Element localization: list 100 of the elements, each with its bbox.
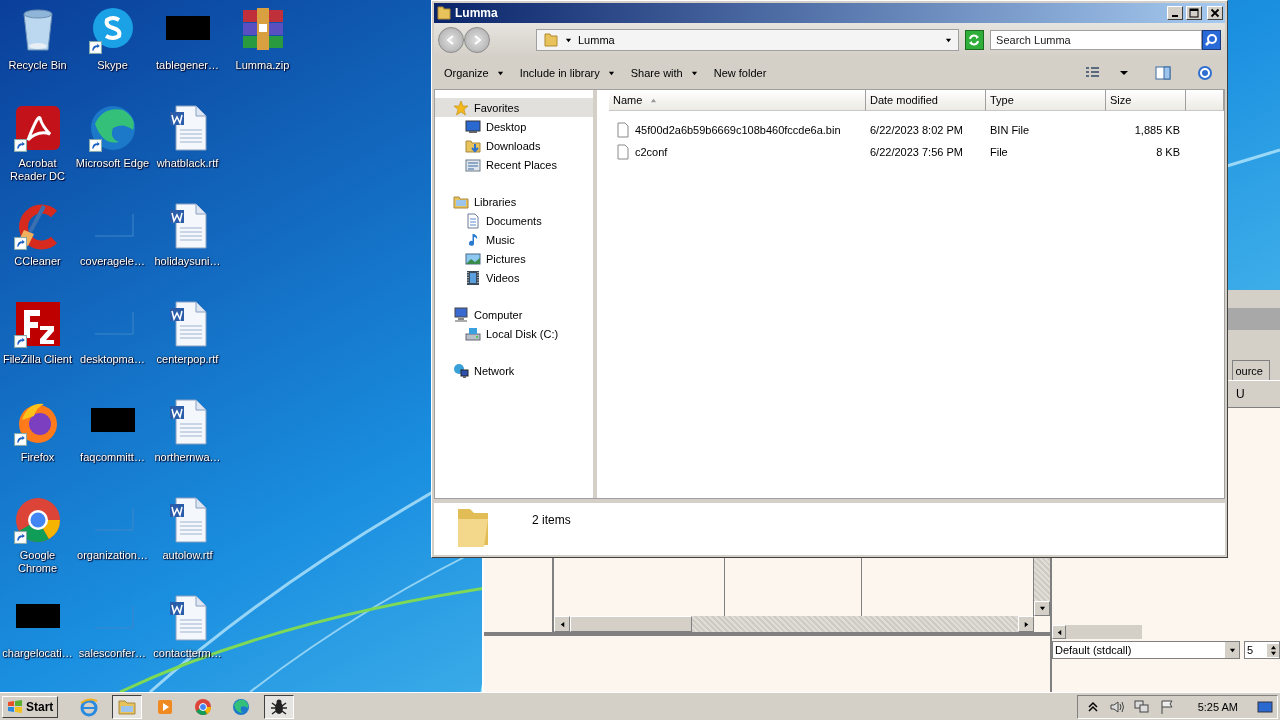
icon-label[interactable]: desktopma… bbox=[80, 353, 145, 366]
file-row[interactable]: 45f00d2a6b59b6669c108b460fccde6a.bin 6/22/2023 8:02 PM BIN File 1,885 KB bbox=[609, 119, 1224, 141]
nav-item[interactable]: Music bbox=[435, 230, 593, 249]
nav-item[interactable]: Local Disk (C:) bbox=[435, 324, 593, 343]
icon-label[interactable]: Acrobat Reader DC bbox=[0, 157, 75, 183]
nav-item[interactable]: Documents bbox=[435, 211, 593, 230]
vertical-scrollbar[interactable] bbox=[1034, 556, 1050, 616]
icon-label[interactable]: organization… bbox=[77, 549, 148, 562]
toolbar-button[interactable]: Include in library bbox=[515, 65, 619, 81]
file-icon bbox=[615, 144, 631, 160]
toolbar-button[interactable]: Organize bbox=[440, 65, 508, 81]
scroll-left-button[interactable] bbox=[1052, 625, 1066, 639]
column-label: U bbox=[1236, 387, 1245, 401]
size-cell-text: 8 KB bbox=[1155, 145, 1181, 160]
icon-label[interactable]: Recycle Bin bbox=[8, 59, 67, 72]
icon-label[interactable]: coveragele… bbox=[80, 255, 145, 268]
column-header[interactable]: Type bbox=[986, 90, 1106, 111]
icon-label[interactable]: tablegener… bbox=[156, 59, 219, 72]
calling-convention-dropdown[interactable]: Default (stdcall) bbox=[1052, 641, 1240, 659]
taskbar-button[interactable] bbox=[264, 694, 295, 719]
nav-item[interactable]: Downloads bbox=[435, 136, 593, 155]
taskbar-button[interactable] bbox=[112, 694, 143, 719]
icon-label[interactable]: northernwa… bbox=[154, 451, 221, 464]
scroll-right-button[interactable] bbox=[1018, 616, 1034, 632]
maximize-button[interactable] bbox=[1186, 6, 1202, 20]
browser-icon[interactable] bbox=[13, 496, 62, 544]
icon-label[interactable]: Microsoft Edge bbox=[75, 157, 150, 170]
close-icon bbox=[1210, 8, 1220, 18]
back-button[interactable] bbox=[438, 27, 464, 53]
network-icon[interactable] bbox=[1133, 698, 1150, 715]
icon-label[interactable]: holidaysuni… bbox=[154, 255, 221, 268]
horizontal-scrollbar[interactable] bbox=[1052, 625, 1142, 639]
preview-pane-icon[interactable] bbox=[1155, 65, 1171, 81]
icon-label[interactable]: CCleaner bbox=[14, 255, 61, 268]
file-name: c2conf bbox=[635, 146, 668, 158]
ftp-app-icon[interactable] bbox=[13, 300, 62, 348]
icon-label[interactable]: faqcommitt… bbox=[80, 451, 145, 464]
down-arrow-icon bbox=[1038, 605, 1046, 612]
toolbar-button[interactable]: New folder bbox=[709, 65, 771, 81]
minimize-button[interactable] bbox=[1167, 6, 1183, 20]
caret-icon[interactable] bbox=[944, 36, 952, 44]
nav-item[interactable]: Pictures bbox=[435, 249, 593, 268]
scroll-left-button[interactable] bbox=[554, 616, 570, 632]
help-icon[interactable] bbox=[1197, 65, 1213, 81]
nav-item[interactable]: Videos bbox=[435, 268, 593, 287]
nav-item[interactable]: Desktop bbox=[435, 117, 593, 136]
wave-browser-icon[interactable] bbox=[88, 104, 137, 152]
shortcut-arrow-icon bbox=[13, 237, 27, 250]
address-bar[interactable]: Lumma bbox=[536, 29, 959, 51]
forward-button[interactable] bbox=[464, 27, 490, 53]
icon-label[interactable]: Google Chrome bbox=[0, 549, 75, 575]
shortcut-arrow-icon bbox=[88, 139, 102, 152]
icon-label[interactable]: centerpop.rtf bbox=[156, 353, 219, 366]
shortcut-arrow-icon bbox=[13, 531, 27, 544]
icon-label[interactable]: whatblack.rtf bbox=[156, 157, 219, 170]
document-icon bbox=[465, 212, 481, 229]
wave-browser-icon bbox=[231, 696, 252, 717]
pdf-app-icon[interactable] bbox=[13, 104, 62, 152]
left-arrow-icon bbox=[1055, 628, 1063, 636]
column-header[interactable]: Size bbox=[1106, 90, 1186, 111]
browser-icon bbox=[79, 696, 100, 717]
search-button[interactable] bbox=[1201, 30, 1221, 50]
flag-icon[interactable] bbox=[1158, 698, 1175, 715]
type-cell-text: BIN File bbox=[989, 123, 1031, 138]
icon-label[interactable]: Firefox bbox=[20, 451, 55, 464]
nav-item[interactable]: Network bbox=[435, 361, 593, 380]
star-icon bbox=[453, 99, 469, 116]
right-arrow-icon bbox=[1022, 620, 1030, 628]
show-desktop-icon[interactable] bbox=[1257, 698, 1273, 715]
refresh-button[interactable] bbox=[964, 30, 985, 50]
clock[interactable]: 5:25 AM bbox=[1197, 700, 1238, 713]
caret-icon bbox=[496, 69, 504, 77]
icon-label[interactable]: FileZilla Client bbox=[2, 353, 73, 366]
horizontal-scrollbar[interactable] bbox=[554, 616, 1034, 632]
icon-label[interactable]: autolow.rtf bbox=[162, 549, 213, 562]
speaker-icon[interactable] bbox=[1108, 698, 1125, 715]
nav-item[interactable]: Favorites bbox=[435, 98, 593, 117]
network-icon bbox=[453, 362, 469, 379]
icon-label[interactable]: Skype bbox=[97, 59, 128, 72]
toolbar-button[interactable]: Share with bbox=[626, 65, 702, 81]
browser-icon bbox=[193, 696, 214, 717]
tab[interactable]: ource bbox=[1232, 360, 1270, 380]
nav-item[interactable]: Recent Places bbox=[435, 155, 593, 174]
file-icon bbox=[615, 122, 631, 138]
scrollbar-thumb[interactable] bbox=[570, 616, 692, 632]
minimize-icon bbox=[1172, 14, 1178, 17]
close-button[interactable] bbox=[1207, 6, 1223, 20]
scroll-down-button[interactable] bbox=[1034, 601, 1050, 616]
computer-icon bbox=[453, 306, 469, 323]
caret-icon[interactable] bbox=[565, 36, 572, 44]
search-field[interactable]: Search Lumma bbox=[990, 30, 1202, 50]
caret-icon[interactable] bbox=[1119, 68, 1129, 78]
number-spinner[interactable]: 5 bbox=[1244, 641, 1280, 659]
nav-item[interactable]: Computer bbox=[435, 305, 593, 324]
column-header[interactable]: Date modified bbox=[866, 90, 986, 111]
file-row[interactable]: c2conf 6/22/2023 7:56 PM File 8 KB bbox=[609, 141, 1224, 163]
column-header[interactable]: Name bbox=[609, 90, 866, 111]
icon-label[interactable]: Lumma.zip bbox=[235, 59, 290, 72]
start-button[interactable]: Start bbox=[2, 695, 59, 718]
nav-item[interactable]: Libraries bbox=[435, 192, 593, 211]
